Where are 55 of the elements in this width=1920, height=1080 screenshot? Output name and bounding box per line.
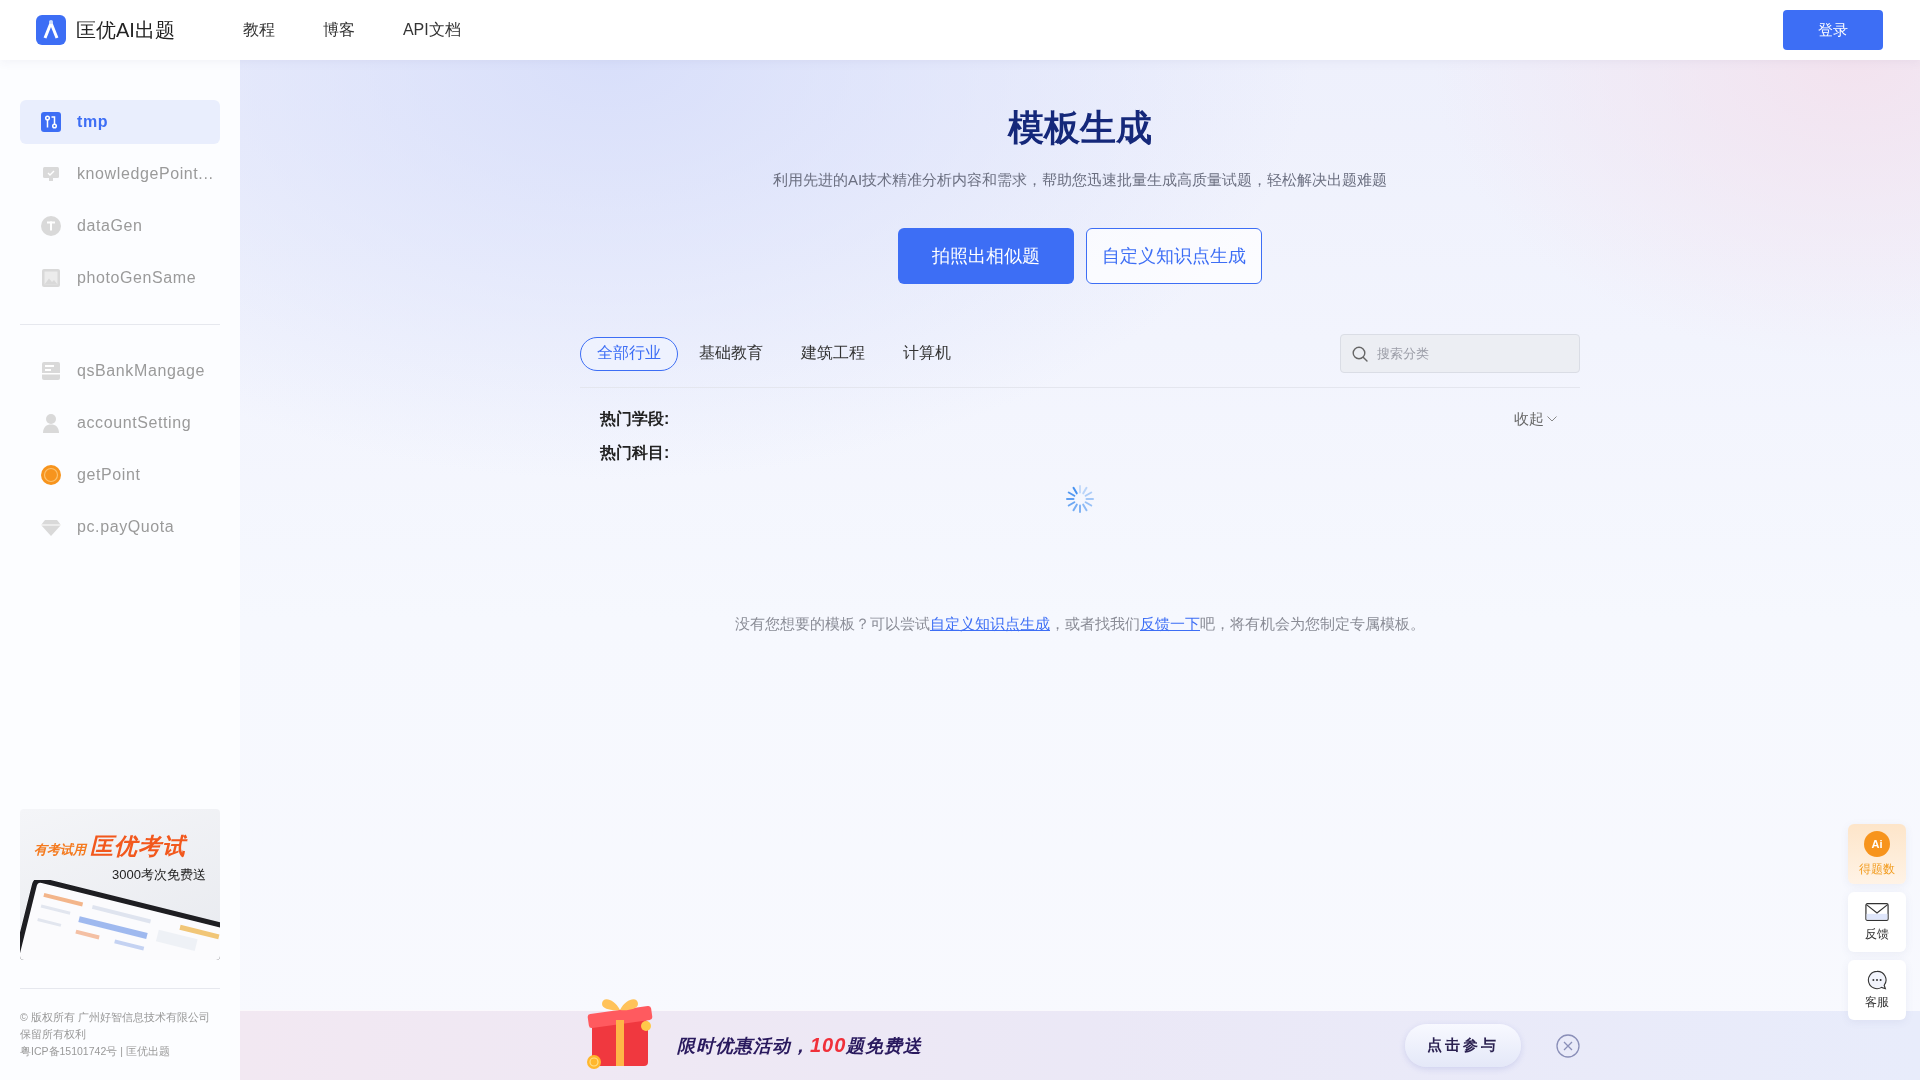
footer-text: 保留所有权利 <box>20 1027 87 1042</box>
chevron-down-icon <box>1547 416 1557 422</box>
sidebar-item[interactable]: qsBankMangage <box>20 349 220 393</box>
monitor-icon <box>41 164 61 184</box>
side-action-button[interactable]: 客服 <box>1848 960 1906 1020</box>
filter-label: 热门学段: <box>600 409 670 429</box>
hint-link[interactable]: 自定义知识点生成 <box>930 615 1050 632</box>
tray-icon <box>41 361 61 381</box>
promo-offer: 3000考次免费送 <box>112 866 206 884</box>
category-tab[interactable]: 基础教育 <box>682 336 780 371</box>
promo-brand: 匡优考试 <box>90 832 186 861</box>
diamond-icon <box>41 517 61 537</box>
side-action-button[interactable]: Ai 得题数 <box>1848 824 1906 884</box>
sidebar-item[interactable]: pc.payQuota <box>20 505 220 549</box>
chat-icon <box>1865 969 1889 990</box>
join-button[interactable]: 点击参与 <box>1405 1024 1521 1067</box>
mail-icon <box>1865 901 1889 922</box>
search-field[interactable]: 搜索分类 <box>1340 334 1580 373</box>
sidebar-item[interactable]: knowledgePoint... <box>20 152 220 196</box>
user-icon <box>41 413 61 433</box>
hint-link[interactable]: 反馈一下 <box>1140 615 1200 632</box>
page-title: 模板生成 <box>1008 106 1152 150</box>
footer-text: © 版权所有 广州好智信息技术有限公司 <box>20 1010 211 1025</box>
hint-text: 没有您想要的模板？可以尝试自定义知识点生成，或者找我们反馈一下吧，将有机会为您制定专属模板。 <box>735 614 1425 634</box>
ai-badge: Ai <box>1864 830 1890 857</box>
search-icon <box>1352 346 1368 362</box>
logo-icon <box>36 15 66 45</box>
category-tab[interactable]: 建筑工程 <box>784 336 882 371</box>
collapse-toggle[interactable]: 收起 <box>1514 407 1557 431</box>
close-icon[interactable] <box>1556 1033 1580 1058</box>
nav-link[interactable]: API文档 <box>402 19 461 41</box>
category-tab[interactable]: 计算机 <box>886 336 968 371</box>
nav-link[interactable]: 教程 <box>242 19 275 41</box>
sidebar-item[interactable]: getPoint <box>20 453 220 497</box>
category-tab[interactable]: 全部行业 <box>580 336 678 371</box>
promo-banner[interactable]: 有考试用 匡优考试 3000考次免费送 <box>20 809 220 960</box>
image-icon <box>41 268 61 288</box>
sidebar-item[interactable]: tmp <box>20 100 220 144</box>
promo-text: 限时优惠活动，100题免费送 <box>677 1033 923 1058</box>
nav-link[interactable]: 博客 <box>322 19 355 41</box>
coin-icon <box>41 465 61 485</box>
branch-icon <box>41 112 61 132</box>
filter-label: 热门科目: <box>600 443 670 463</box>
sidebar-item[interactable]: accountSetting <box>20 401 220 445</box>
custom-generate-button[interactable]: 自定义知识点生成 <box>1086 228 1262 284</box>
footer-text: 粤ICP备15101742号 | 匡优出题 <box>20 1044 171 1059</box>
side-action-button[interactable]: 反馈 <box>1848 892 1906 952</box>
promo-tagline: 有考试用 <box>34 841 86 859</box>
logo-text: 匡优AI出题 <box>76 17 175 43</box>
page-subtitle: 利用先进的AI技术精准分析内容和需求，帮助您迅速批量生成高质量试题，轻松解决出题难题 <box>772 170 1388 190</box>
login-button[interactable]: 登录 <box>1783 10 1883 50</box>
t-badge-icon <box>41 216 61 236</box>
photo-generate-button[interactable]: 拍照出相似题 <box>898 228 1074 284</box>
sidebar-item[interactable]: dataGen <box>20 204 220 248</box>
sidebar-item[interactable]: photoGenSame <box>20 256 220 300</box>
